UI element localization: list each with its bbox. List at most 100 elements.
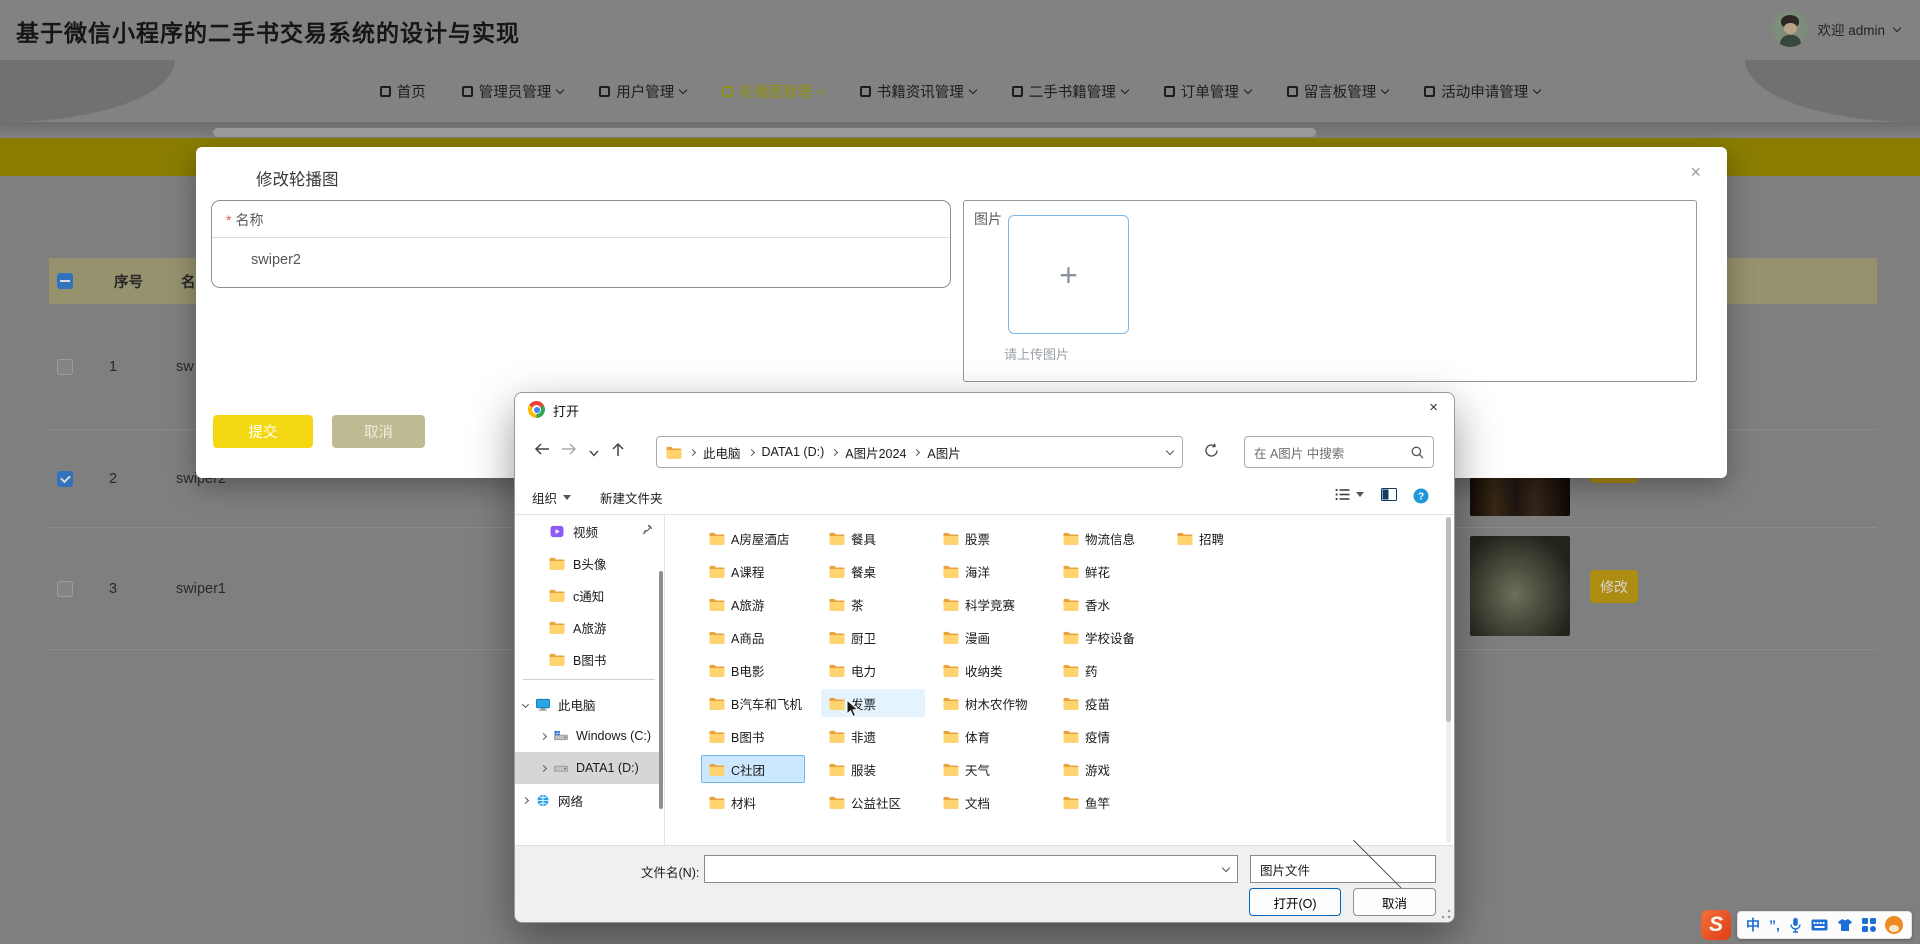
nav-item-用户管理[interactable]: 用户管理: [599, 81, 686, 102]
modal-cancel-button[interactable]: 取消: [332, 415, 425, 448]
filename-input[interactable]: [713, 862, 1223, 876]
horizontal-scrollbar[interactable]: [213, 128, 1316, 137]
folder-item-收纳类[interactable]: 收纳类: [935, 656, 1039, 684]
folder-item-电力[interactable]: 电力: [821, 656, 925, 684]
nav-item-轮播图管理[interactable]: 轮播图管理: [722, 81, 824, 102]
new-folder-button[interactable]: 新建文件夹: [600, 488, 663, 507]
nav-item-书籍资讯管理[interactable]: 书籍资讯管理: [860, 81, 976, 102]
nav-item-首页[interactable]: 首页: [380, 81, 426, 102]
view-mode-button[interactable]: [1335, 488, 1364, 501]
sidebar-item-B图书[interactable]: B图书: [515, 643, 663, 675]
open-button[interactable]: 打开(O): [1249, 888, 1341, 916]
filename-combobox[interactable]: [704, 855, 1238, 883]
breadcrumb[interactable]: 此电脑 DATA1 (D:) A图片2024 A图片: [656, 436, 1183, 468]
folder-item-体育[interactable]: 体育: [935, 722, 1039, 750]
folder-item-香水[interactable]: 香水: [1055, 590, 1159, 618]
folder-item-B汽车和飞机[interactable]: B汽车和飞机: [701, 689, 810, 717]
nav-item-留言板管理[interactable]: 留言板管理: [1287, 81, 1389, 102]
search-input[interactable]: 在 A图片 中搜索: [1244, 436, 1434, 468]
user-menu[interactable]: 欢迎 admin: [1772, 11, 1900, 47]
tree-expander-icon[interactable]: [540, 764, 547, 771]
sidebar-item-视频[interactable]: 视频: [515, 515, 663, 547]
toolbox-icon[interactable]: [1862, 918, 1876, 932]
tree-item-此电脑[interactable]: 此电脑: [515, 688, 663, 720]
row-checkbox[interactable]: [57, 359, 73, 375]
folder-item-科学竞赛[interactable]: 科学竞赛: [935, 590, 1039, 618]
folder-item-树木农作物[interactable]: 树木农作物: [935, 689, 1039, 717]
edit-button[interactable]: 修改: [1590, 570, 1638, 603]
folder-item-天气[interactable]: 天气: [935, 755, 1039, 783]
recent-locations-icon[interactable]: [589, 446, 599, 460]
folder-item-招聘[interactable]: 招聘: [1169, 524, 1273, 552]
nav-item-二手书籍管理[interactable]: 二手书籍管理: [1012, 81, 1128, 102]
up-icon[interactable]: [611, 442, 625, 460]
image-upload-box[interactable]: +: [1008, 215, 1129, 334]
folder-item-股票[interactable]: 股票: [935, 524, 1039, 552]
chevron-down-icon[interactable]: [1222, 863, 1230, 871]
help-button[interactable]: ?: [1413, 488, 1429, 504]
modal-close-icon[interactable]: ×: [1690, 163, 1701, 181]
name-input[interactable]: swiper2: [251, 252, 301, 268]
folder-item-鱼竿[interactable]: 鱼竿: [1055, 788, 1159, 816]
folder-item-A课程[interactable]: A课程: [701, 557, 805, 585]
nav-item-订单管理[interactable]: 订单管理: [1164, 81, 1251, 102]
row-checkbox[interactable]: [57, 471, 73, 487]
skin-icon[interactable]: [1837, 918, 1853, 932]
folder-item-餐具[interactable]: 餐具: [821, 524, 925, 552]
folder-item-发票[interactable]: 发票: [821, 689, 925, 717]
folder-item-B电影[interactable]: B电影: [701, 656, 805, 684]
sidebar-item-c通知[interactable]: c通知: [515, 579, 663, 611]
dialog-cancel-button[interactable]: 取消: [1353, 888, 1436, 916]
folder-item-鲜花[interactable]: 鲜花: [1055, 557, 1159, 585]
tree-expander-icon[interactable]: [540, 732, 547, 739]
tree-item-Windows (C:)[interactable]: Windows (C:): [515, 720, 663, 752]
breadcrumb-segment[interactable]: A图片: [927, 443, 960, 462]
sidebar-item-A旅游[interactable]: A旅游: [515, 611, 663, 643]
dialog-close-icon[interactable]: ×: [1429, 399, 1438, 416]
folder-item-厨卫[interactable]: 厨卫: [821, 623, 925, 651]
forward-icon[interactable]: [561, 442, 578, 459]
file-list-scrollbar[interactable]: [1446, 517, 1451, 843]
sidebar-item-B头像[interactable]: B头像: [515, 547, 663, 579]
folder-item-海洋[interactable]: 海洋: [935, 557, 1039, 585]
folder-item-A旅游[interactable]: A旅游: [701, 590, 805, 618]
folder-item-非遗[interactable]: 非遗: [821, 722, 925, 750]
punctuation-icon[interactable]: ”,: [1769, 917, 1780, 933]
preview-pane-button[interactable]: [1381, 488, 1397, 501]
folder-item-A房屋酒店[interactable]: A房屋酒店: [701, 524, 805, 552]
submit-button[interactable]: 提交: [213, 415, 313, 448]
resize-grip[interactable]: [1441, 909, 1451, 919]
row-checkbox[interactable]: [57, 581, 73, 597]
mascot-icon[interactable]: [1885, 916, 1903, 934]
folder-item-药[interactable]: 药: [1055, 656, 1159, 684]
refresh-icon[interactable]: [1204, 443, 1219, 461]
folder-item-茶[interactable]: 茶: [821, 590, 925, 618]
select-all-checkbox[interactable]: [57, 273, 73, 289]
chinese-mode-icon[interactable]: 中: [1746, 915, 1760, 935]
folder-item-游戏[interactable]: 游戏: [1055, 755, 1159, 783]
back-icon[interactable]: [533, 442, 550, 459]
tree-expander-icon[interactable]: [522, 700, 529, 707]
breadcrumb-segment[interactable]: DATA1 (D:): [762, 445, 825, 459]
folder-item-疫情[interactable]: 疫情: [1055, 722, 1159, 750]
nav-item-活动申请管理[interactable]: 活动申请管理: [1424, 81, 1540, 102]
filetype-select[interactable]: 图片文件: [1250, 855, 1436, 883]
sogou-logo-icon[interactable]: S: [1701, 910, 1731, 940]
tree-expander-icon[interactable]: [522, 796, 529, 803]
folder-item-漫画[interactable]: 漫画: [935, 623, 1039, 651]
breadcrumb-segment[interactable]: 此电脑: [703, 443, 741, 462]
sidebar-scrollbar[interactable]: [659, 571, 663, 809]
tree-item-DATA1 (D:)[interactable]: DATA1 (D:): [515, 752, 663, 784]
folder-item-C社团[interactable]: C社团: [701, 755, 805, 783]
breadcrumb-segment[interactable]: A图片2024: [845, 443, 906, 462]
folder-item-B图书[interactable]: B图书: [701, 722, 805, 750]
organize-button[interactable]: 组织: [532, 488, 571, 507]
folder-item-疫苗[interactable]: 疫苗: [1055, 689, 1159, 717]
folder-item-物流信息[interactable]: 物流信息: [1055, 524, 1159, 552]
keyboard-icon[interactable]: [1811, 919, 1828, 931]
tree-item-网络[interactable]: 网络: [515, 784, 663, 816]
folder-item-餐桌[interactable]: 餐桌: [821, 557, 925, 585]
breadcrumb-dropdown-icon[interactable]: [1166, 446, 1174, 454]
nav-item-管理员管理[interactable]: 管理员管理: [462, 81, 564, 102]
folder-item-服装[interactable]: 服装: [821, 755, 925, 783]
